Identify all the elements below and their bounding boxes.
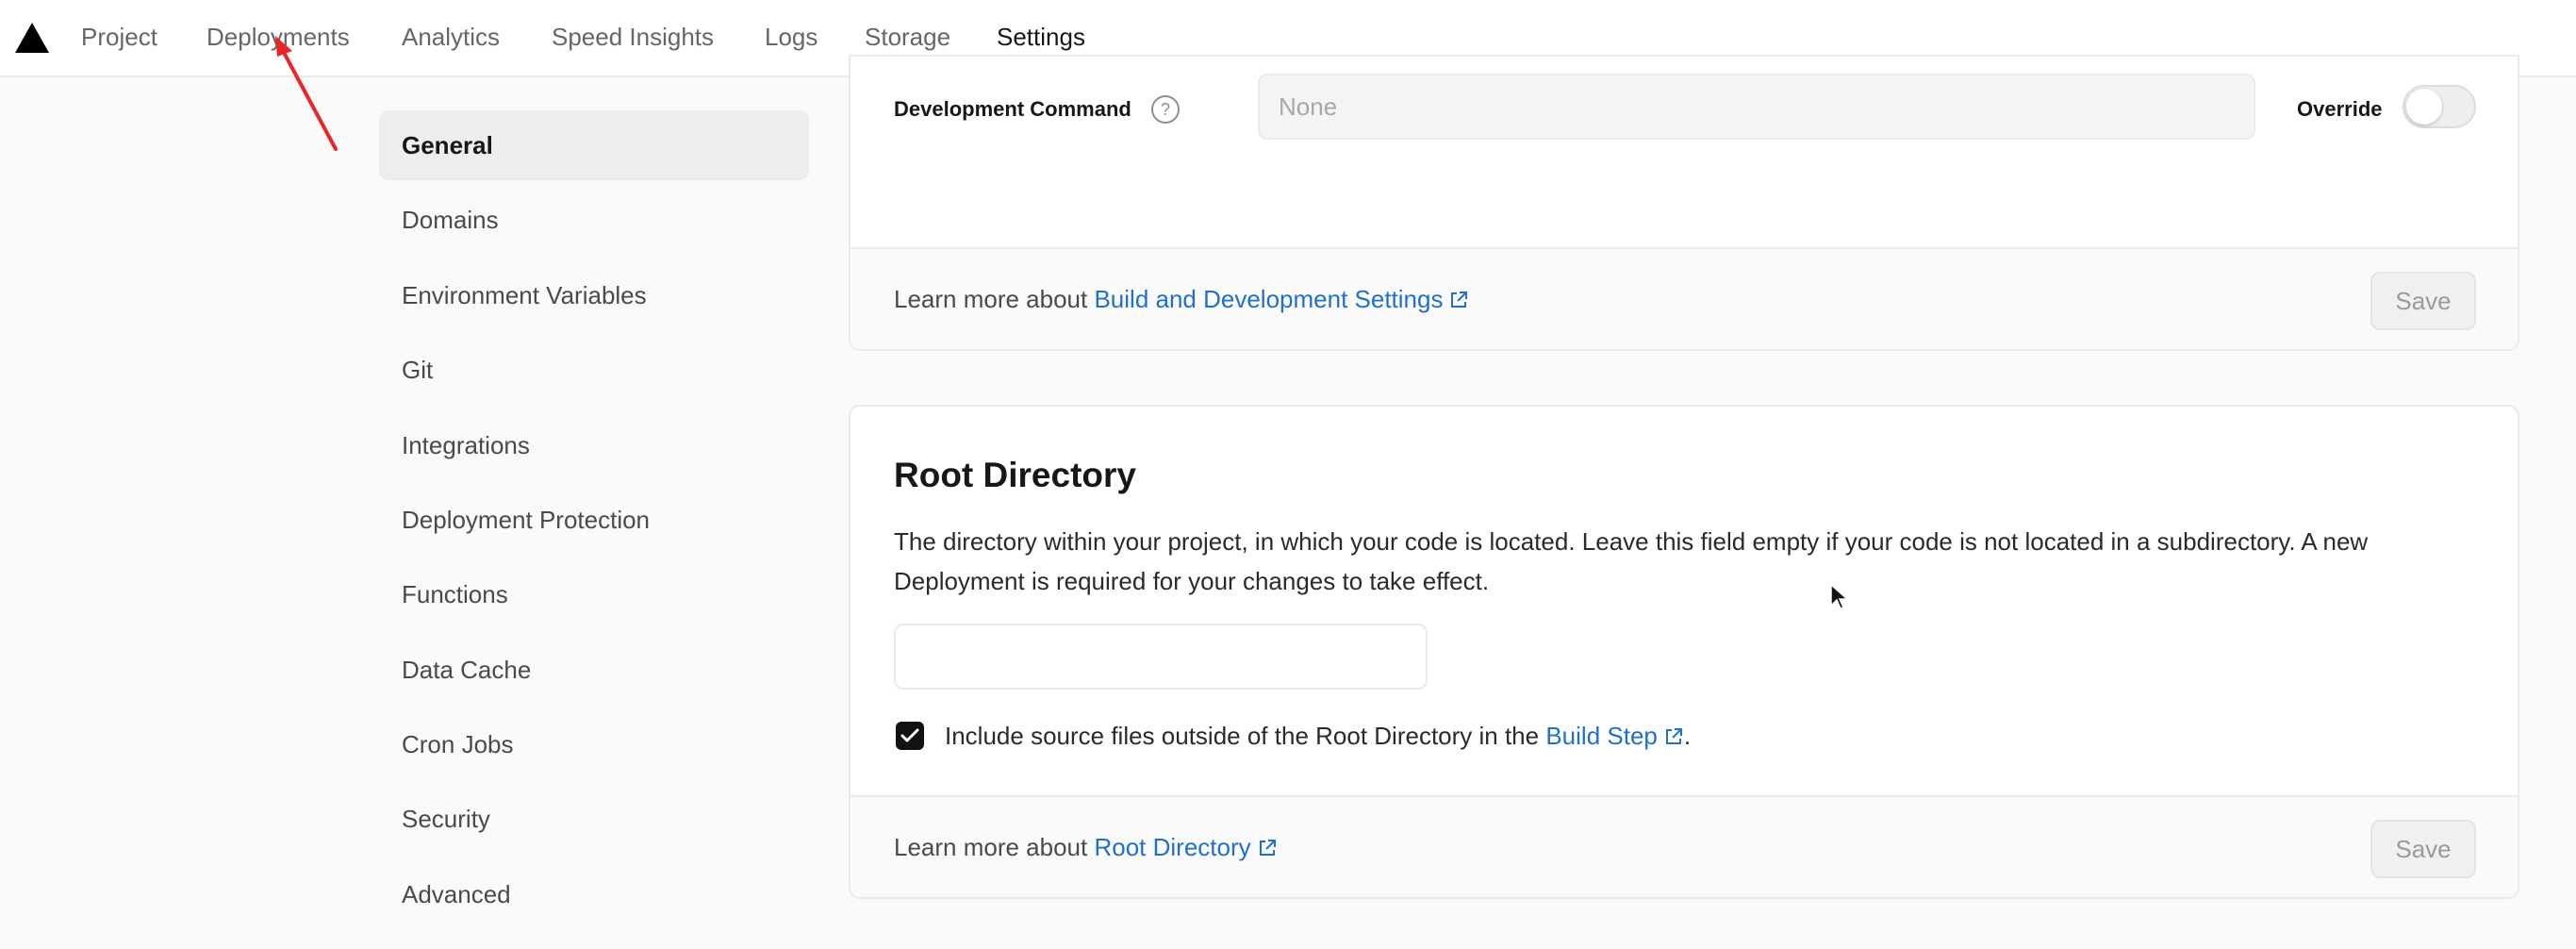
include-label-suffix: . bbox=[1683, 722, 1692, 750]
learn-more-prefix: Learn more about bbox=[894, 285, 1095, 313]
root-directory-footer: Learn more about Root Directory Save bbox=[850, 795, 2518, 897]
include-source-files-label: Include source files outside of the Root… bbox=[945, 717, 1691, 755]
root-directory-input[interactable] bbox=[894, 624, 1428, 690]
sidebar-item-deployment-protection[interactable]: Deployment Protection bbox=[379, 485, 809, 555]
tab-deployments[interactable]: Deployments bbox=[206, 0, 350, 77]
override-label: Override bbox=[2297, 97, 2383, 121]
external-link-icon[interactable] bbox=[1663, 726, 1684, 747]
build-settings-card: Development Command ? Override Learn mor… bbox=[849, 55, 2519, 351]
sidebar-item-data-cache[interactable]: Data Cache bbox=[379, 635, 809, 705]
tab-analytics[interactable]: Analytics bbox=[402, 0, 500, 77]
checkmark-icon bbox=[900, 728, 919, 742]
sidebar-item-general[interactable]: General bbox=[379, 110, 809, 180]
learn-more-build-text: Learn more about Build and Development S… bbox=[894, 249, 1469, 349]
sidebar-item-integrations[interactable]: Integrations bbox=[379, 410, 809, 480]
sidebar-item-security[interactable]: Security bbox=[379, 784, 809, 854]
svg-text:?: ? bbox=[1161, 100, 1170, 119]
include-source-files-checkbox[interactable] bbox=[896, 722, 924, 750]
sidebar-item-git[interactable]: Git bbox=[379, 335, 809, 405]
sidebar-item-cron-jobs[interactable]: Cron Jobs bbox=[379, 709, 809, 779]
save-build-settings-button[interactable]: Save bbox=[2370, 272, 2476, 330]
root-directory-link[interactable]: Root Directory bbox=[1094, 833, 1250, 861]
external-link-icon[interactable] bbox=[1257, 838, 1278, 858]
development-command-input[interactable] bbox=[1258, 74, 2255, 140]
sidebar-item-functions[interactable]: Functions bbox=[379, 559, 809, 629]
learn-more-prefix: Learn more about bbox=[894, 833, 1095, 861]
root-directory-description: The directory within your project, in wh… bbox=[894, 527, 2369, 595]
tab-logs[interactable]: Logs bbox=[765, 0, 817, 77]
sidebar-item-advanced[interactable]: Advanced bbox=[379, 859, 809, 929]
toggle-knob bbox=[2406, 89, 2442, 125]
help-icon[interactable]: ? bbox=[1150, 94, 1181, 125]
build-settings-link[interactable]: Build and Development Settings bbox=[1094, 285, 1443, 313]
external-link-icon[interactable] bbox=[1448, 290, 1469, 310]
tab-project[interactable]: Project bbox=[81, 0, 157, 77]
root-directory-title: Root Directory bbox=[894, 456, 1136, 494]
save-root-directory-button[interactable]: Save bbox=[2370, 820, 2476, 878]
build-settings-footer: Learn more about Build and Development S… bbox=[850, 247, 2518, 349]
tab-speed-insights[interactable]: Speed Insights bbox=[552, 0, 714, 77]
include-label-prefix: Include source files outside of the Root… bbox=[945, 722, 1546, 750]
development-command-label: Development Command bbox=[894, 97, 1131, 121]
build-step-link[interactable]: Build Step bbox=[1545, 722, 1658, 750]
learn-more-root-text: Learn more about Root Directory bbox=[894, 797, 1278, 897]
sidebar-item-environment-variables[interactable]: Environment Variables bbox=[379, 260, 809, 330]
override-toggle[interactable] bbox=[2403, 85, 2476, 128]
vercel-logo-icon[interactable] bbox=[13, 21, 51, 55]
root-directory-card: Root Directory The directory within your… bbox=[849, 405, 2519, 899]
sidebar-item-domains[interactable]: Domains bbox=[379, 185, 809, 255]
